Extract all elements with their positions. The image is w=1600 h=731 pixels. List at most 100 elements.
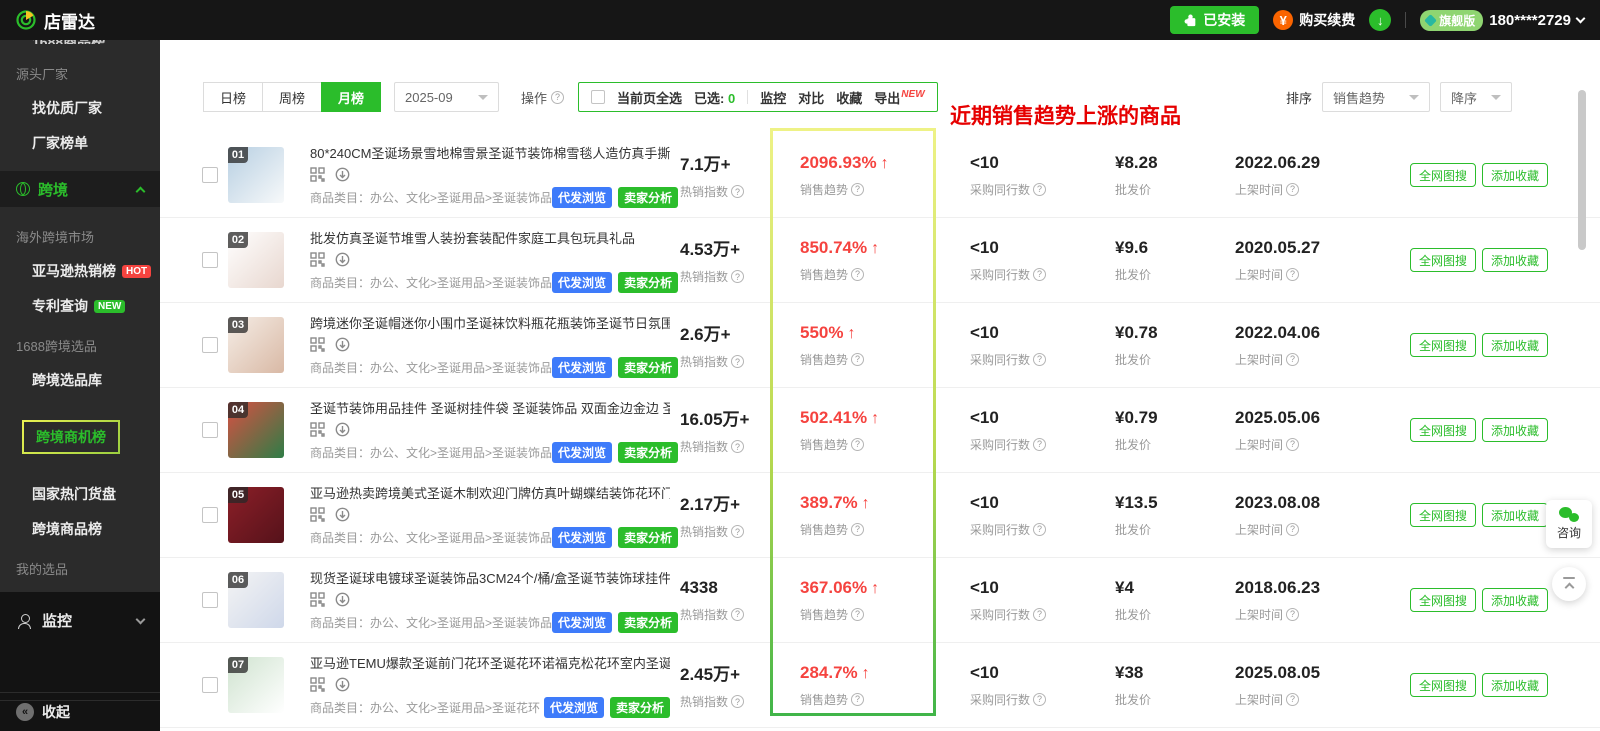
add-favorite-button[interactable]: 添加收藏 — [1482, 163, 1548, 187]
help-icon[interactable] — [731, 270, 744, 283]
seller-analysis-badge[interactable]: 卖家分析 — [618, 527, 678, 548]
help-icon[interactable] — [851, 438, 864, 451]
download-image-icon[interactable] — [335, 167, 350, 182]
help-icon[interactable] — [1033, 693, 1046, 706]
row-checkbox[interactable] — [202, 677, 218, 693]
back-to-top-button[interactable] — [1552, 567, 1586, 601]
tab-daily[interactable]: 日榜 — [203, 82, 263, 112]
proxy-browse-badge[interactable]: 代发浏览 — [552, 612, 612, 633]
help-icon[interactable] — [851, 183, 864, 196]
tab-weekly[interactable]: 周榜 — [262, 82, 322, 112]
proxy-browse-badge[interactable]: 代发浏览 — [552, 272, 612, 293]
product-image[interactable]: 04 — [228, 402, 284, 458]
period-select[interactable]: 2025-09 — [394, 82, 499, 112]
sidebar-item[interactable]: 亚马逊热销榜HOT — [32, 261, 160, 281]
sidebar-item[interactable]: 跨境商品榜 — [32, 519, 160, 539]
product-title[interactable]: 现货圣诞球电镀球圣诞装饰品3CM24个/桶/盒圣诞节装饰球挂件用品 — [310, 568, 670, 587]
download-icon[interactable]: ↓ — [1369, 9, 1391, 31]
compare-action[interactable]: 对比 — [798, 88, 824, 107]
product-title[interactable]: 批发仿真圣诞节堆雪人装扮套装配件家庭工具包玩具礼品 — [310, 228, 670, 247]
qr-code-icon[interactable] — [310, 167, 325, 182]
sidebar-item-active[interactable]: 跨境商机榜 — [22, 420, 120, 454]
sidebar-item[interactable]: 1688商品榜 — [32, 40, 160, 44]
consult-widget[interactable]: 咨询 — [1546, 500, 1592, 548]
add-favorite-button[interactable]: 添加收藏 — [1482, 503, 1548, 527]
sidebar-item[interactable]: 厂家榜单 — [32, 133, 160, 153]
proxy-browse-badge[interactable]: 代发浏览 — [552, 187, 612, 208]
qr-code-icon[interactable] — [310, 507, 325, 522]
select-all-checkbox[interactable] — [591, 90, 605, 104]
sidebar-item[interactable]: 国家热门货盘 — [32, 484, 160, 504]
image-search-button[interactable]: 全网图搜 — [1410, 673, 1476, 697]
product-image[interactable]: 05 — [228, 487, 284, 543]
help-icon[interactable] — [1286, 183, 1299, 196]
help-icon[interactable] — [851, 353, 864, 366]
seller-analysis-badge[interactable]: 卖家分析 — [618, 187, 678, 208]
product-title[interactable]: 跨境迷你圣诞帽迷你小围巾圣诞袜饮料瓶花瓶装饰圣诞节日氛围用品 — [310, 313, 670, 332]
add-favorite-button[interactable]: 添加收藏 — [1482, 248, 1548, 272]
help-icon[interactable] — [551, 91, 564, 104]
monitor-action[interactable]: 监控 — [760, 88, 786, 107]
help-icon[interactable] — [731, 608, 744, 621]
help-icon[interactable] — [851, 693, 864, 706]
proxy-browse-badge[interactable]: 代发浏览 — [552, 357, 612, 378]
product-title[interactable]: 亚马逊TEMU爆款圣诞前门花环圣诞花环诺福克松花环室内圣诞装饰 — [310, 653, 670, 672]
image-search-button[interactable]: 全网图搜 — [1410, 503, 1476, 527]
qr-code-icon[interactable] — [310, 592, 325, 607]
sidebar-item[interactable]: 专利查询NEW — [32, 296, 160, 316]
help-icon[interactable] — [1033, 268, 1046, 281]
installed-button[interactable]: 已安装 — [1170, 6, 1259, 34]
qr-code-icon[interactable] — [310, 337, 325, 352]
sort-field-select[interactable]: 销售趋势 — [1322, 82, 1430, 112]
scrollbar-thumb[interactable] — [1578, 90, 1586, 250]
product-title[interactable]: 80*240CM圣诞场景雪地棉雪景圣诞节装饰棉雪毯人造仿真手撕雪卷 — [310, 143, 670, 162]
add-favorite-button[interactable]: 添加收藏 — [1482, 418, 1548, 442]
export-action[interactable]: 导出NEW — [874, 88, 924, 107]
row-checkbox[interactable] — [202, 337, 218, 353]
row-checkbox[interactable] — [202, 507, 218, 523]
product-image[interactable]: 01 — [228, 147, 284, 203]
sidebar-item[interactable]: 跨境选品库 — [32, 370, 160, 390]
help-icon[interactable] — [1286, 608, 1299, 621]
favorite-action[interactable]: 收藏 — [836, 88, 862, 107]
product-image[interactable]: 02 — [228, 232, 284, 288]
seller-analysis-badge[interactable]: 卖家分析 — [618, 442, 678, 463]
add-favorite-button[interactable]: 添加收藏 — [1482, 588, 1548, 612]
help-icon[interactable] — [1033, 353, 1046, 366]
add-favorite-button[interactable]: 添加收藏 — [1482, 333, 1548, 357]
download-image-icon[interactable] — [335, 592, 350, 607]
help-icon[interactable] — [1286, 268, 1299, 281]
image-search-button[interactable]: 全网图搜 — [1410, 418, 1476, 442]
image-search-button[interactable]: 全网图搜 — [1410, 333, 1476, 357]
download-image-icon[interactable] — [335, 422, 350, 437]
help-icon[interactable] — [731, 695, 744, 708]
tab-monthly[interactable]: 月榜 — [321, 82, 381, 112]
brand-logo[interactable]: 店雷达 — [16, 8, 95, 33]
collapse-sidebar-button[interactable]: « 收起 — [0, 692, 160, 731]
download-image-icon[interactable] — [335, 337, 350, 352]
download-image-icon[interactable] — [335, 507, 350, 522]
row-checkbox[interactable] — [202, 167, 218, 183]
proxy-browse-badge[interactable]: 代发浏览 — [544, 697, 604, 718]
row-checkbox[interactable] — [202, 252, 218, 268]
image-search-button[interactable]: 全网图搜 — [1410, 163, 1476, 187]
product-image[interactable]: 06 — [228, 572, 284, 628]
help-icon[interactable] — [1033, 438, 1046, 451]
product-title[interactable]: 亚马逊热卖跨境美式圣诞木制欢迎门牌仿真叶蝴蝶结装饰花环门环 — [310, 483, 670, 502]
proxy-browse-badge[interactable]: 代发浏览 — [552, 442, 612, 463]
sidebar-group-monitor[interactable]: 监控 — [0, 592, 160, 631]
qr-code-icon[interactable] — [310, 422, 325, 437]
help-icon[interactable] — [851, 268, 864, 281]
help-icon[interactable] — [1286, 523, 1299, 536]
qr-code-icon[interactable] — [310, 677, 325, 692]
sort-order-select[interactable]: 降序 — [1440, 82, 1512, 112]
seller-analysis-badge[interactable]: 卖家分析 — [618, 272, 678, 293]
help-icon[interactable] — [1033, 183, 1046, 196]
renew-button[interactable]: ¥ 购买续费 — [1273, 10, 1355, 30]
row-checkbox[interactable] — [202, 592, 218, 608]
help-icon[interactable] — [1286, 353, 1299, 366]
seller-analysis-badge[interactable]: 卖家分析 — [618, 612, 678, 633]
seller-analysis-badge[interactable]: 卖家分析 — [610, 697, 670, 718]
help-icon[interactable] — [731, 185, 744, 198]
download-image-icon[interactable] — [335, 677, 350, 692]
